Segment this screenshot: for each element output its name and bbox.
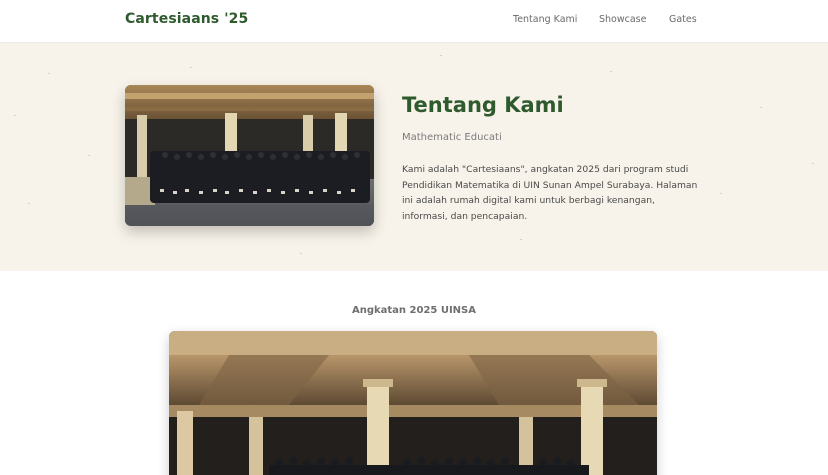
about-title: Tentang Kami xyxy=(402,93,564,117)
gallery-section: Angkatan 2025 UINSA xyxy=(0,271,828,475)
nav-link-gates[interactable]: Gates xyxy=(669,14,697,25)
class-photo-small xyxy=(125,85,374,226)
class-photo-large xyxy=(169,331,657,475)
about-section: Tentang Kami Mathematic Educati Kami ada… xyxy=(0,43,828,271)
gallery-heading: Angkatan 2025 UINSA xyxy=(351,305,476,316)
brand-logo[interactable]: Cartesiaans '25 xyxy=(125,11,248,27)
about-description: Kami adalah "Cartesiaans", angkatan 2025… xyxy=(402,164,698,222)
nav-link-showcase[interactable]: Showcase xyxy=(599,14,646,25)
about-subtitle: Mathematic Educati xyxy=(402,132,502,143)
nav-link-tentang-kami[interactable]: Tentang Kami xyxy=(513,14,577,25)
navbar: Cartesiaans '25 Tentang Kami Showcase Ga… xyxy=(0,0,828,43)
